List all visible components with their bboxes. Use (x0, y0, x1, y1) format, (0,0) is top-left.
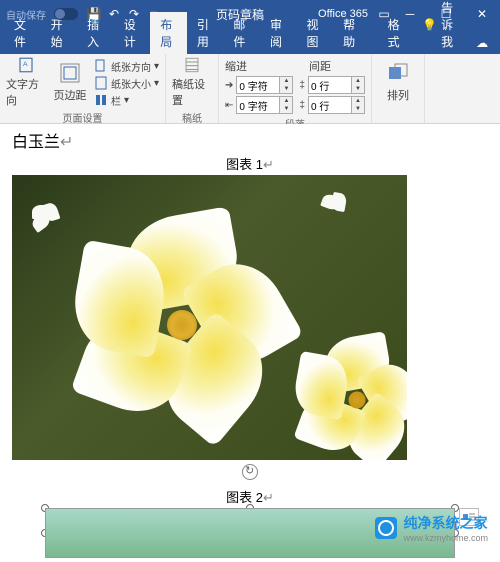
margins-icon (58, 61, 82, 85)
indent-left-spinner[interactable]: ▲▼ (236, 76, 293, 94)
arrange-group-label (378, 117, 418, 121)
lightbulb-icon: 💡 (422, 18, 437, 32)
tab-file[interactable]: 文件 (4, 12, 41, 54)
up-arrow-icon[interactable]: ▲ (352, 97, 364, 105)
share-icon: ☁ (476, 36, 488, 50)
text-direction-label: 文字方向 (6, 76, 46, 108)
indent-right-icon: ⇤ (225, 100, 233, 111)
text-direction-icon: A (14, 56, 38, 74)
indent-right-input[interactable] (237, 100, 279, 111)
orientation-button[interactable]: 纸张方向▾ (94, 58, 159, 74)
tab-mailings[interactable]: 邮件 (223, 12, 260, 54)
ribbon-group-paragraph: 缩进 间距 ➔ ▲▼ ‡ ▲▼ (219, 54, 372, 123)
spacing-after-input[interactable] (309, 100, 351, 111)
indent-right-spinner[interactable]: ▲▼ (236, 96, 293, 114)
arrange-button[interactable]: 排列 (378, 56, 418, 108)
columns-icon (94, 93, 108, 107)
size-button[interactable]: 纸张大小▾ (94, 75, 159, 91)
text-direction-button[interactable]: A 文字方向 (6, 56, 46, 108)
columns-label: 栏 (111, 93, 121, 108)
spacing-before-input[interactable] (309, 80, 351, 91)
paragraph-mark: ↵ (60, 134, 73, 151)
tab-format[interactable]: 格式 (378, 12, 415, 54)
tab-design[interactable]: 设计 (114, 12, 151, 54)
size-icon (94, 76, 108, 90)
ribbon: A 文字方向 页边距 纸张方向▾ 纸张大小▾ 栏▾ (0, 54, 500, 124)
gaozhi-button[interactable]: 稿纸设置 (172, 56, 212, 108)
rotate-icon (242, 464, 258, 480)
watermark: 纯净系统之家 www.kzmyhome.com (375, 513, 488, 543)
tab-references[interactable]: 引用 (187, 12, 224, 54)
size-label: 纸张大小 (111, 76, 151, 91)
tab-insert[interactable]: 插入 (77, 12, 114, 54)
document-heading[interactable]: 白玉兰 (12, 134, 60, 151)
up-arrow-icon[interactable]: ▲ (352, 77, 364, 85)
spacing-before-spinner[interactable]: ▲▼ (308, 76, 365, 94)
tab-view[interactable]: 视图 (297, 12, 334, 54)
watermark-brand: 纯净系统之家 (403, 513, 488, 533)
spacing-label: 间距 (309, 58, 331, 74)
ribbon-group-arrange: 排列 (372, 54, 425, 123)
indent-left-input[interactable] (237, 80, 279, 91)
tab-review[interactable]: 审阅 (260, 12, 297, 54)
gaozhi-icon (180, 56, 204, 74)
up-arrow-icon[interactable]: ▲ (280, 77, 292, 85)
spacing-after-icon: ‡ (299, 100, 305, 111)
flower-main (72, 215, 292, 435)
spacing-before-icon: ‡ (299, 80, 305, 91)
indent-label: 缩进 (225, 58, 247, 74)
tell-me-label: 告诉我 (441, 0, 460, 50)
menu-bar: 文件 开始 插入 设计 布局 引用 邮件 审阅 视图 帮助 格式 💡 告诉我 ☁ (0, 28, 500, 54)
ribbon-group-gaozhi: 稿纸设置 稿纸 (166, 54, 219, 123)
rotate-handle[interactable] (12, 464, 488, 485)
gaozhi-label: 稿纸设置 (172, 76, 212, 108)
margins-button[interactable]: 页边距 (50, 56, 90, 108)
image-1-magnolia[interactable] (12, 175, 407, 460)
columns-button[interactable]: 栏▾ (94, 92, 159, 108)
down-arrow-icon[interactable]: ▼ (280, 85, 292, 93)
indent-left-icon: ➔ (225, 80, 233, 91)
watermark-url: www.kzmyhome.com (403, 533, 488, 543)
share-button[interactable]: ☁ (468, 32, 496, 54)
margins-label: 页边距 (54, 87, 87, 103)
orientation-icon (94, 59, 108, 73)
flower-secondary (293, 336, 407, 460)
down-arrow-icon[interactable]: ▼ (352, 105, 364, 113)
down-arrow-icon[interactable]: ▼ (352, 85, 364, 93)
tab-help[interactable]: 帮助 (333, 12, 370, 54)
document-area[interactable]: 白玉兰↵ 图表 1↵ 图表 2↵ (0, 124, 500, 562)
tab-layout[interactable]: 布局 (150, 12, 187, 54)
up-arrow-icon[interactable]: ▲ (280, 97, 292, 105)
figure-caption-1[interactable]: 图表 1↵ (12, 154, 488, 173)
spacing-after-spinner[interactable]: ▲▼ (308, 96, 365, 114)
autosave-toggle[interactable] (54, 8, 78, 20)
watermark-logo-icon (375, 517, 397, 539)
arrange-label: 排列 (387, 87, 409, 103)
ribbon-group-page-setup: A 文字方向 页边距 纸张方向▾ 纸张大小▾ 栏▾ (0, 54, 166, 123)
close-button[interactable]: ✕ (464, 0, 500, 28)
down-arrow-icon[interactable]: ▼ (280, 105, 292, 113)
arrange-icon (386, 61, 410, 85)
tell-me[interactable]: 💡 告诉我 (414, 0, 468, 54)
svg-text:A: A (23, 61, 28, 68)
orientation-label: 纸张方向 (111, 59, 151, 74)
